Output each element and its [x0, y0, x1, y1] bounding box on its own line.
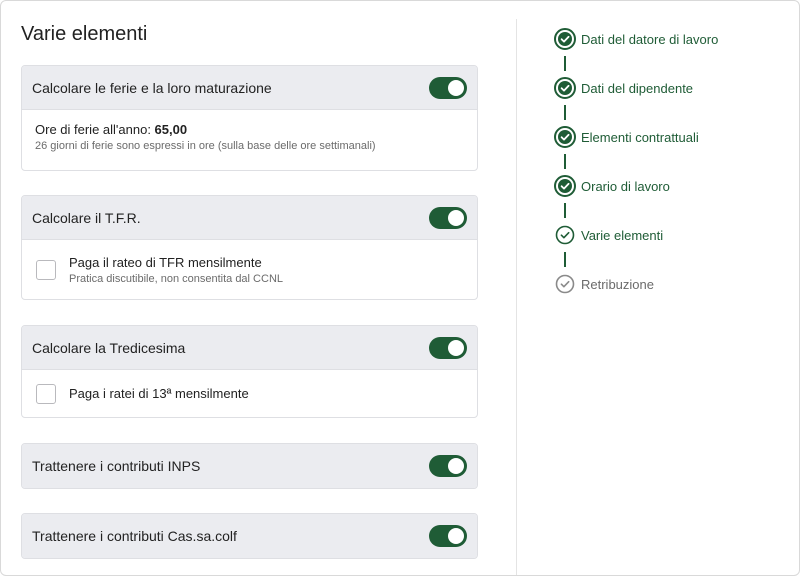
step-varie-elementi-label: Varie elementi — [581, 227, 664, 243]
ferie-note: 26 giorni di ferie sono espressi in ore … — [35, 140, 376, 152]
ferie-info: Ore di ferie all'anno: 65,00 26 giorni d… — [22, 110, 477, 164]
ferie-hours-label: Ore di ferie all'anno: — [35, 122, 155, 137]
section-tredicesima-label: Calcolare la Tredicesima — [32, 339, 186, 356]
toggle-knob — [448, 458, 464, 474]
section-cassacolf-label: Trattenere i contributi Cas.sa.colf — [32, 528, 237, 544]
section-inps: Trattenere i contributi INPS — [21, 443, 478, 489]
cassacolf-toggle[interactable] — [429, 525, 467, 547]
section-ferie-header: Calcolare le ferie e la loro maturazione — [22, 66, 477, 110]
tfr-toggle[interactable] — [429, 206, 467, 229]
step-connector — [564, 154, 566, 169]
page-title: Varie elementi — [21, 23, 148, 45]
step-datore[interactable]: Dati del datore di lavoro — [553, 27, 718, 51]
step-connector — [564, 56, 566, 71]
section-cassacolf-header: Trattenere i contributi Cas.sa.colf — [22, 514, 477, 558]
check-circle-filled-icon — [553, 125, 577, 149]
tredicesima-option-text: Paga i ratei di 13ª mensilmente — [69, 386, 249, 401]
step-connector — [564, 252, 566, 267]
section-tfr: Calcolare il T.F.R. Paga il rateo di TFR… — [21, 195, 478, 300]
tredicesima-option: Paga i ratei di 13ª mensilmente — [22, 370, 477, 417]
toggle-knob — [448, 339, 464, 356]
step-varie-elementi[interactable]: Varie elementi — [553, 223, 663, 247]
check-circle-outline-icon — [553, 223, 577, 247]
step-connector — [564, 105, 566, 120]
step-connector — [564, 203, 566, 218]
check-circle-filled-icon — [553, 174, 577, 198]
section-cassacolf: Trattenere i contributi Cas.sa.colf — [21, 513, 478, 559]
step-dipendente[interactable]: Dati del dipendente — [553, 76, 693, 100]
section-inps-header: Trattenere i contributi INPS — [22, 444, 477, 488]
check-circle-filled-icon — [553, 27, 577, 51]
check-circle-filled-icon — [553, 76, 577, 100]
step-dipendente-label: Dati del dipendente — [581, 80, 694, 96]
section-tfr-header: Calcolare il T.F.R. — [22, 196, 477, 240]
step-datore-label: Dati del datore di lavoro — [581, 31, 719, 47]
step-elementi-contrattuali[interactable]: Elementi contrattuali — [553, 125, 699, 149]
step-elementi-contrattuali-label: Elementi contrattuali — [581, 129, 699, 145]
step-orario-label: Orario di lavoro — [581, 178, 670, 194]
step-retribuzione-label: Retribuzione — [581, 276, 654, 292]
step-orario[interactable]: Orario di lavoro — [553, 174, 670, 198]
column-divider — [516, 19, 517, 575]
step-retribuzione[interactable]: Retribuzione — [553, 272, 654, 296]
tfr-monthly-checkbox[interactable] — [36, 259, 56, 280]
toggle-knob — [448, 79, 464, 96]
app-frame: Varie elementi Calcolare le ferie e la l… — [0, 0, 800, 576]
section-ferie-label: Calcolare le ferie e la loro maturazione — [32, 79, 272, 96]
tredicesima-option-label: Paga i ratei di 13ª mensilmente — [69, 386, 249, 401]
section-tredicesima: Calcolare la Tredicesima Paga i ratei di… — [21, 325, 478, 418]
tredicesima-toggle[interactable] — [429, 336, 467, 359]
section-tfr-label: Calcolare il T.F.R. — [32, 209, 141, 226]
section-tredicesima-header: Calcolare la Tredicesima — [22, 326, 477, 370]
ferie-hours-line: Ore di ferie all'anno: 65,00 — [35, 122, 464, 137]
tfr-option-text: Paga il rateo di TFR mensilmente Pratica… — [69, 255, 283, 285]
tredicesima-monthly-checkbox[interactable] — [36, 383, 56, 404]
tfr-option-label: Paga il rateo di TFR mensilmente — [69, 254, 262, 270]
section-ferie: Calcolare le ferie e la loro maturazione… — [21, 65, 478, 171]
ferie-toggle[interactable] — [429, 76, 467, 99]
ferie-hours-value: 65,00 — [154, 122, 188, 137]
check-circle-gray-icon — [553, 272, 577, 296]
tfr-option-note: Pratica discutibile, non consentita dal … — [69, 272, 284, 285]
inps-toggle[interactable] — [429, 455, 467, 477]
toggle-knob — [448, 209, 464, 226]
tfr-option: Paga il rateo di TFR mensilmente Pratica… — [22, 240, 477, 299]
toggle-knob — [448, 528, 464, 544]
section-inps-label: Trattenere i contributi INPS — [32, 458, 201, 474]
